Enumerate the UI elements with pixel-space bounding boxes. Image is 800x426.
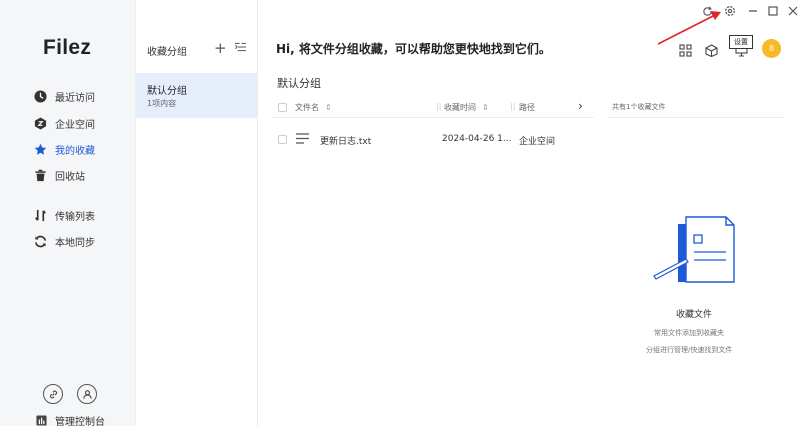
nav-item-transfer[interactable]: 传输列表 bbox=[33, 205, 95, 225]
nav-label: 本地同步 bbox=[55, 237, 95, 249]
nav-label: 企业空间 bbox=[55, 119, 95, 131]
file-path[interactable]: 企业空间 bbox=[519, 134, 555, 147]
link-icon[interactable] bbox=[43, 384, 63, 404]
group-count: 1项内容 bbox=[147, 99, 177, 108]
nav-label: 最近访问 bbox=[55, 92, 95, 104]
favorites-illustration bbox=[650, 214, 740, 294]
group-subtitle: 默认分组 bbox=[277, 77, 321, 90]
file-name[interactable]: 更新日志.txt bbox=[320, 134, 371, 147]
nav-item-trash[interactable]: 回收站 bbox=[33, 165, 85, 185]
select-all-checkbox[interactable] bbox=[278, 103, 287, 112]
minimize-icon[interactable] bbox=[746, 4, 760, 18]
user-settings-icon[interactable] bbox=[77, 384, 97, 404]
avatar[interactable]: 8 bbox=[762, 39, 781, 58]
favorite-count-bar: 共有1个收藏文件 bbox=[607, 98, 785, 118]
empty-state-desc: 分组进行管理/快速找到文件 bbox=[646, 346, 733, 354]
groups-title: 收藏分组 bbox=[147, 47, 187, 58]
transfer-icon bbox=[33, 208, 47, 222]
row-checkbox[interactable] bbox=[278, 135, 287, 144]
settings-tooltip: 设置 bbox=[729, 35, 753, 49]
chevron-right-icon[interactable]: › bbox=[578, 99, 583, 113]
trash-icon bbox=[33, 168, 47, 182]
nav-item-sync[interactable]: 本地同步 bbox=[33, 231, 95, 251]
add-group-button[interactable]: + bbox=[214, 39, 227, 57]
nav-label: 回收站 bbox=[55, 171, 85, 183]
sync-icon bbox=[33, 234, 47, 248]
enterprise-space-icon bbox=[33, 116, 47, 130]
empty-state-title: 收藏文件 bbox=[676, 310, 713, 320]
text-file-icon bbox=[296, 133, 309, 147]
column-header-name[interactable]: 文件名 ⇕ bbox=[295, 102, 332, 113]
favorite-groups-panel: 收藏分组 + 默认分组 1项内容 bbox=[136, 0, 258, 426]
cube-icon[interactable] bbox=[703, 42, 719, 58]
maximize-icon[interactable] bbox=[766, 4, 780, 18]
admin-console-label: 管理控制台 bbox=[55, 417, 105, 426]
left-nav: Filez 最近访问 企业空间 我的收藏 回收站 传输列表 本地同步 管理控制台 bbox=[0, 0, 136, 426]
nav-label: 我的收藏 bbox=[55, 145, 95, 157]
group-item-default[interactable]: 默认分组 1项内容 bbox=[136, 73, 257, 118]
clock-icon bbox=[33, 89, 47, 103]
app-logo: Filez bbox=[43, 36, 92, 59]
column-divider: || bbox=[436, 102, 442, 111]
sort-icon: ⇕ bbox=[325, 103, 332, 112]
nav-item-favorites[interactable]: 我的收藏 bbox=[33, 139, 95, 159]
settings-gear-icon[interactable] bbox=[723, 4, 737, 18]
nav-item-enterprise[interactable]: 企业空间 bbox=[33, 113, 95, 133]
column-header-path[interactable]: 路径 bbox=[519, 102, 535, 113]
grid-apps-icon[interactable] bbox=[677, 42, 693, 58]
table-row[interactable]: 更新日志.txt 2024-04-26 1... 企业空间 bbox=[272, 130, 594, 150]
column-header-time[interactable]: 收藏时间 ⇕ bbox=[444, 102, 489, 113]
favorite-count: 共有1个收藏文件 bbox=[612, 103, 666, 111]
star-icon bbox=[33, 142, 47, 156]
sort-icon: ⇕ bbox=[482, 103, 489, 112]
admin-console-link[interactable]: 管理控制台 bbox=[36, 413, 105, 426]
nav-label: 传输列表 bbox=[55, 211, 95, 223]
page-headline: Hi, 将文件分组收藏，可以帮助您更快地找到它们。 bbox=[276, 42, 551, 56]
sort-groups-icon[interactable] bbox=[235, 41, 246, 55]
group-name: 默认分组 bbox=[147, 86, 187, 97]
nav-item-recent[interactable]: 最近访问 bbox=[33, 86, 95, 106]
table-header: 文件名 ⇕ || 收藏时间 ⇕ || 路径 › bbox=[272, 98, 594, 118]
console-icon bbox=[36, 415, 47, 426]
column-divider: || bbox=[510, 102, 516, 111]
close-icon[interactable] bbox=[786, 4, 800, 18]
empty-state-desc: 常用文件添加到收藏夹 bbox=[654, 329, 724, 337]
favorite-time: 2024-04-26 1... bbox=[442, 134, 512, 144]
